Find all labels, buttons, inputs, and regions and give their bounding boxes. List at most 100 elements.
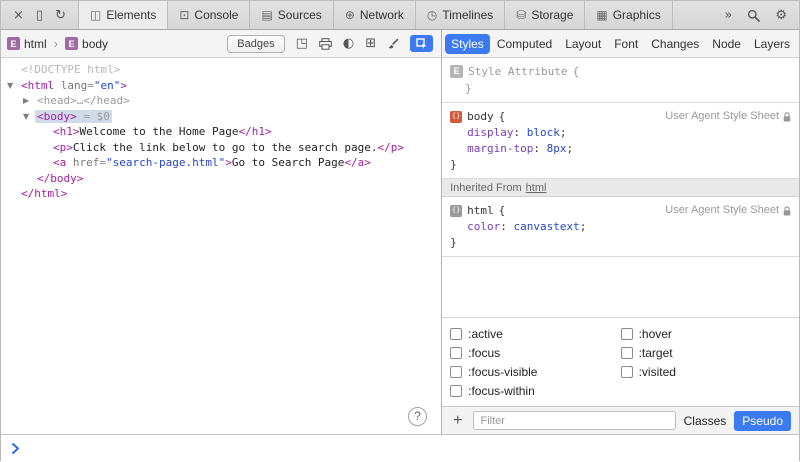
add-rule-button[interactable]: + bbox=[450, 413, 465, 429]
pseudo-checkbox-hover[interactable] bbox=[621, 328, 633, 340]
gear-icon[interactable]: ⚙ bbox=[775, 9, 787, 22]
disclosure-right-icon[interactable]: ▶ bbox=[23, 93, 35, 109]
dom-node-text: </html> bbox=[19, 187, 69, 200]
pseudo-checkbox-target[interactable] bbox=[621, 347, 633, 359]
dom-tree-line[interactable]: ▼<body> = $0 bbox=[1, 109, 441, 125]
pseudo-checkbox-visited[interactable] bbox=[621, 366, 633, 378]
dom-node-text: <p>Click the link below to go to the sea… bbox=[51, 141, 406, 154]
styles-tabs: StylesComputedLayoutFontChangesNodeLayer… bbox=[442, 30, 799, 58]
storage-icon: ⛁ bbox=[516, 8, 526, 22]
styles-tab-styles[interactable]: Styles bbox=[445, 34, 490, 54]
pseudo-checkbox-focus-within[interactable] bbox=[450, 385, 462, 397]
css-property[interactable]: margin-top: 8px; bbox=[450, 141, 791, 156]
print-icon[interactable] bbox=[319, 38, 332, 50]
device-icon[interactable]: ▯ bbox=[36, 9, 43, 22]
contrast-icon[interactable]: ◐ bbox=[343, 36, 354, 51]
breadcrumb-item-html[interactable]: Ehtml bbox=[7, 37, 47, 51]
pseudo-checkbox-active[interactable] bbox=[450, 328, 462, 340]
filter-input[interactable] bbox=[473, 411, 675, 430]
console-icon: ⊡ bbox=[179, 8, 189, 22]
styles-tab-computed[interactable]: Computed bbox=[491, 34, 558, 54]
css-selector[interactable]: body bbox=[467, 109, 494, 124]
overflow-icon[interactable]: » bbox=[724, 9, 732, 22]
pseudo-checkbox-focus[interactable] bbox=[450, 347, 462, 359]
inherited-node-link[interactable]: html bbox=[526, 182, 547, 194]
console-expand-button[interactable] bbox=[11, 442, 20, 455]
dom-tree-line[interactable]: </html> bbox=[1, 186, 441, 202]
close-icon[interactable]: × bbox=[13, 9, 24, 22]
tab-storage[interactable]: ⛁ Storage bbox=[504, 1, 584, 29]
help-button[interactable]: ? bbox=[408, 407, 427, 426]
dom-tree-line[interactable]: <a href="search-page.html">Go to Search … bbox=[1, 155, 441, 171]
close-brace: } bbox=[450, 235, 791, 250]
pseudo-class-row-focus: :focus bbox=[450, 343, 620, 362]
styles-tab-font[interactable]: Font bbox=[608, 34, 644, 54]
styles-tab-changes[interactable]: Changes bbox=[645, 34, 705, 54]
tab-graphics[interactable]: ▦Graphics bbox=[584, 1, 672, 29]
css-rule-html: {} html { User Agent Style Sheet color: … bbox=[442, 197, 799, 257]
pseudo-class-row-focus-within: :focus-within bbox=[450, 381, 620, 400]
styles-tab-node[interactable]: Node bbox=[706, 34, 747, 54]
elements-panel: Ehtml›Ebody Badges ◳ ◐ ⊞ ? <!DOCTYPE htm… bbox=[1, 30, 442, 434]
breadcrumb: Ehtml›Ebody bbox=[7, 36, 108, 51]
css-selector[interactable]: html bbox=[467, 203, 494, 218]
disclosure-down-icon[interactable]: ▼ bbox=[7, 78, 19, 94]
lock-icon bbox=[783, 206, 791, 216]
dom-tree: ? <!DOCTYPE html>▼<html lang="en">▶<head… bbox=[1, 58, 441, 434]
pseudo-class-row-visited: :visited bbox=[621, 362, 791, 381]
layout-badges-icon[interactable]: ◳ bbox=[296, 36, 308, 51]
breadcrumb-item-body[interactable]: Ebody bbox=[65, 37, 108, 51]
paint-flashing-icon[interactable] bbox=[387, 38, 399, 50]
styles-tab-layers[interactable]: Layers bbox=[748, 34, 796, 54]
styles-tab-layout[interactable]: Layout bbox=[559, 34, 607, 54]
pseudo-button[interactable]: Pseudo bbox=[734, 411, 791, 431]
tab-label: Console bbox=[194, 8, 238, 22]
stylesheet-origin: User Agent Style Sheet bbox=[665, 203, 791, 218]
dom-tree-line[interactable]: <h1>Welcome to the Home Page</h1> bbox=[1, 124, 441, 140]
grid-overlay-icon[interactable]: ⊞ bbox=[365, 36, 376, 51]
css-properties: color: canvastext; bbox=[450, 219, 791, 234]
pseudo-class-label: :target bbox=[639, 346, 673, 360]
breadcrumb-label: html bbox=[24, 37, 47, 51]
css-property[interactable]: display: block; bbox=[450, 125, 791, 140]
styles-content: E Style Attribute { } {} body { User Age… bbox=[442, 58, 799, 317]
dom-tree-line[interactable]: </body> bbox=[1, 171, 441, 187]
origin-label: User Agent Style Sheet bbox=[665, 203, 779, 218]
element-badge: E bbox=[7, 37, 20, 50]
css-property[interactable]: color: canvastext; bbox=[450, 219, 791, 234]
badges-button[interactable]: Badges bbox=[227, 35, 284, 53]
dom-node-text: <head>…</head> bbox=[35, 94, 132, 107]
tab-label: Graphics bbox=[613, 8, 661, 22]
tab-sources[interactable]: ▤Sources bbox=[249, 1, 332, 29]
element-picker-button[interactable] bbox=[410, 35, 433, 52]
elements-toolbar-icons: Badges ◳ ◐ ⊞ bbox=[227, 35, 435, 53]
dom-tree-line[interactable]: ▼<html lang="en"> bbox=[1, 78, 441, 94]
pseudo-class-row-hover: :hover bbox=[621, 324, 791, 343]
disclosure-down-icon[interactable]: ▼ bbox=[23, 109, 35, 125]
classes-button[interactable]: Classes bbox=[684, 414, 727, 428]
dom-tree-line[interactable]: ▶<head>…</head> bbox=[1, 93, 441, 109]
style-attribute-section: E Style Attribute { } bbox=[442, 58, 799, 103]
origin-label: User Agent Style Sheet bbox=[665, 109, 779, 124]
tab-label: Sources bbox=[278, 8, 322, 22]
tab-label: Network bbox=[360, 8, 404, 22]
tab-elements[interactable]: ◫Elements bbox=[78, 1, 167, 29]
dom-tree-line[interactable]: <!DOCTYPE html> bbox=[1, 62, 441, 78]
tab-timelines[interactable]: ◷Timelines bbox=[415, 1, 504, 29]
pseudo-checkbox-focus-visible[interactable] bbox=[450, 366, 462, 378]
search-icon[interactable] bbox=[747, 9, 760, 22]
inspect-target-icon bbox=[416, 38, 427, 49]
pseudo-class-label: :visited bbox=[639, 365, 676, 379]
dom-node-text: <a href="search-page.html">Go to Search … bbox=[51, 156, 373, 169]
css-property-name: margin-top bbox=[467, 142, 533, 155]
dom-node-text: <h1>Welcome to the Home Page</h1> bbox=[51, 125, 274, 138]
reload-icon[interactable]: ↻ bbox=[55, 9, 66, 22]
pseudo-col-right: :hover :target :visited bbox=[621, 324, 791, 400]
style-attribute-title: Style Attribute bbox=[468, 64, 567, 79]
tab-label: Storage bbox=[531, 8, 573, 22]
css-property-value: canvastext bbox=[514, 220, 580, 233]
tab-network[interactable]: ⊕Network bbox=[333, 1, 415, 29]
tab-console[interactable]: ⊡ Console bbox=[167, 1, 249, 29]
dom-tree-line[interactable]: <p>Click the link below to go to the sea… bbox=[1, 140, 441, 156]
elements-icon: ◫ bbox=[90, 8, 101, 22]
